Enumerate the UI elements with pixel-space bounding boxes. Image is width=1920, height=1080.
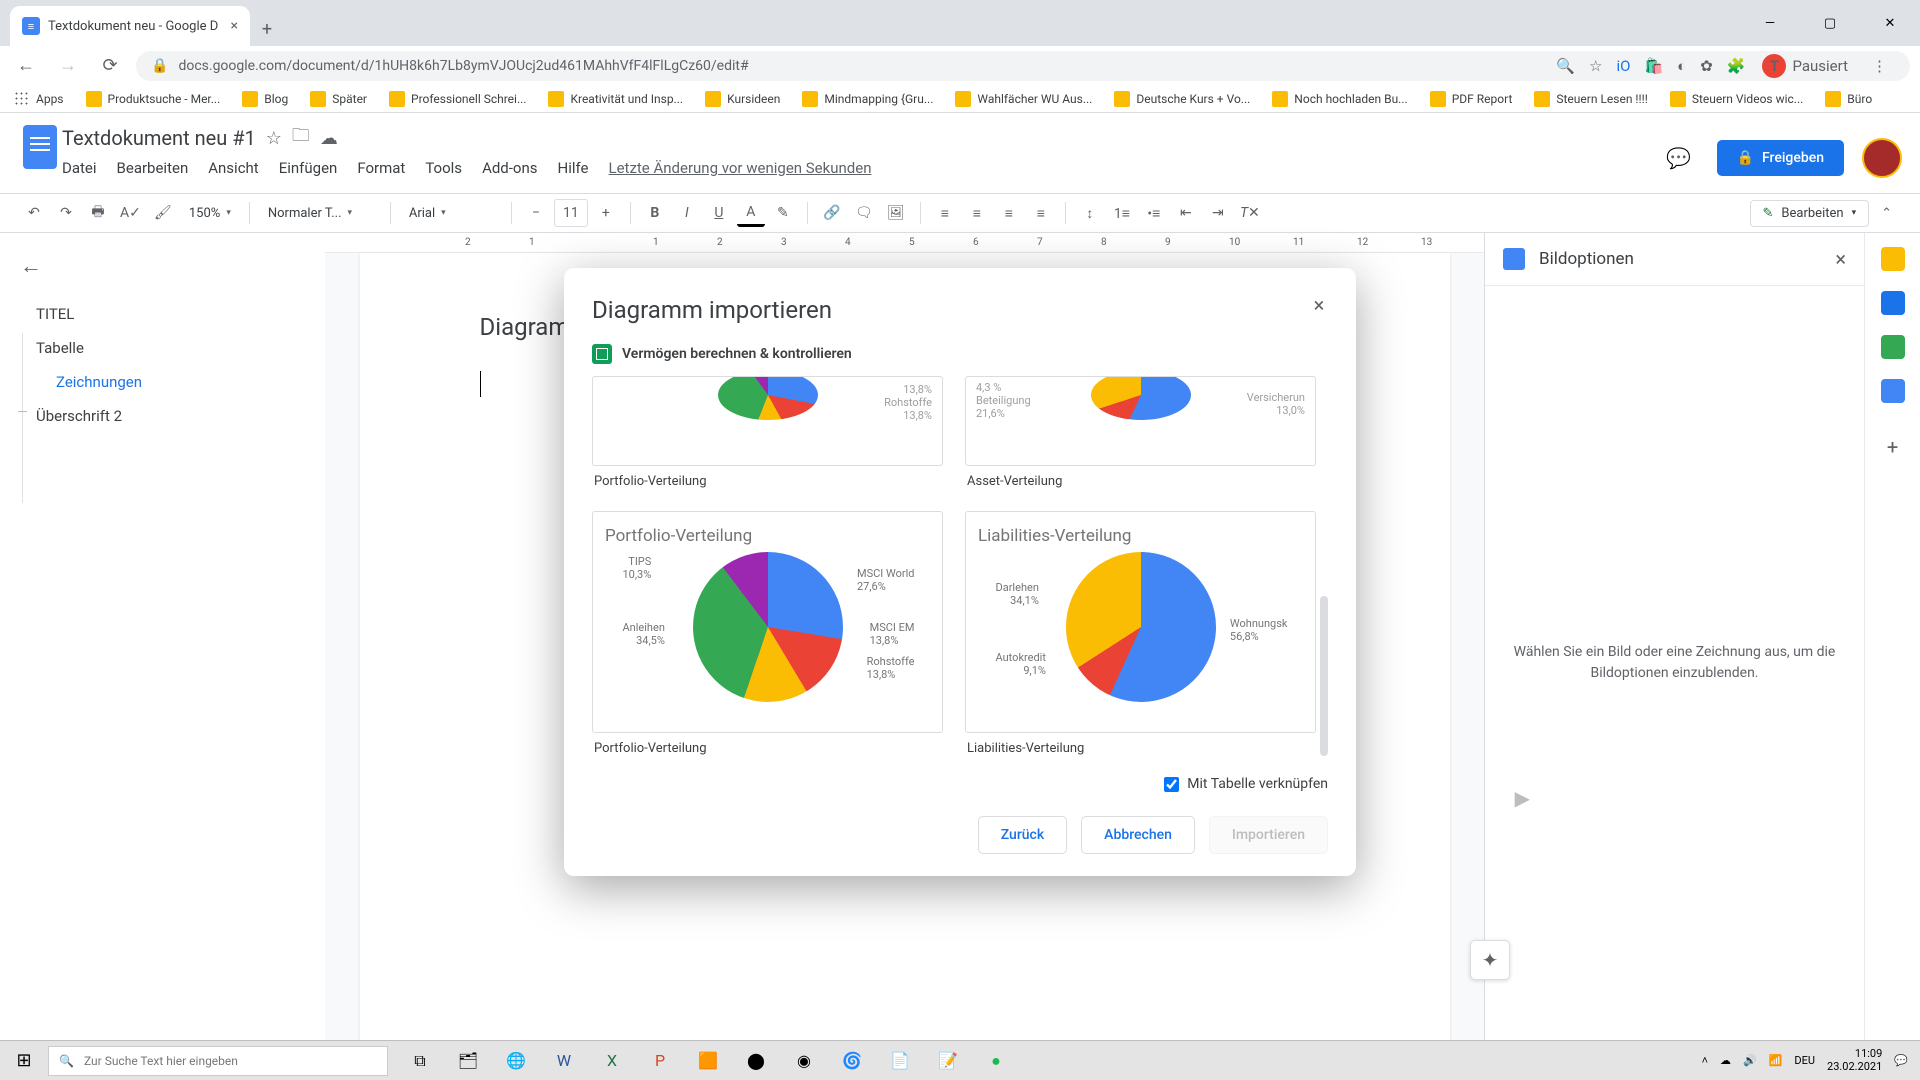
modal-overlay: Diagramm importieren × Vermögen berechne… [0, 0, 1920, 1080]
app-icon[interactable]: 🟧 [684, 1041, 732, 1080]
app-icon[interactable]: 📝 [924, 1041, 972, 1080]
start-button[interactable]: ⊞ [0, 1041, 48, 1080]
excel-icon[interactable]: X [588, 1041, 636, 1080]
chart-caption: Asset-Verteilung [965, 466, 1316, 491]
source-name: Vermögen berechnen & kontrollieren [622, 346, 852, 362]
tray-chevron-icon[interactable]: ˄ [1702, 1054, 1708, 1067]
windows-taskbar: ⊞ 🔍 Zur Suche Text hier eingeben ⧉ 🗂 🌐 W… [0, 1040, 1920, 1080]
powerpoint-icon[interactable]: P [636, 1041, 684, 1080]
link-checkbox-row[interactable]: Mit Tabelle verknüpfen [592, 776, 1328, 792]
cancel-button[interactable]: Abbrechen [1081, 816, 1195, 854]
dialog-scrollbar[interactable] [1320, 596, 1328, 756]
explorer-icon[interactable]: 🗂 [444, 1041, 492, 1080]
link-label: Mit Tabelle verknüpfen [1187, 776, 1328, 792]
search-placeholder: Zur Suche Text hier eingeben [84, 1054, 238, 1068]
chart-caption: Portfolio-Verteilung [592, 466, 943, 491]
search-icon: 🔍 [59, 1054, 74, 1068]
edge-icon[interactable]: 🌐 [492, 1041, 540, 1080]
obs-icon[interactable]: ⬤ [732, 1041, 780, 1080]
onedrive-icon[interactable]: ☁ [1720, 1054, 1731, 1067]
spotify-icon[interactable]: ● [972, 1041, 1020, 1080]
language-indicator[interactable]: DEU [1794, 1054, 1815, 1067]
chart-caption: Liabilities-Verteilung [965, 733, 1316, 758]
import-button: Importieren [1209, 816, 1328, 854]
dialog-close-icon[interactable]: × [1304, 290, 1334, 320]
word-icon[interactable]: W [540, 1041, 588, 1080]
chart-card[interactable]: 13,8% Rohstoffe 13,8% Portfolio-Verteilu… [592, 376, 943, 491]
sheets-icon [592, 344, 612, 364]
system-tray: ˄ ☁ 🔊 📶 DEU 11:0923.02.2021 💬 [1702, 1048, 1920, 1073]
chart-card[interactable]: Portfolio-Verteilung TIPS10,3% Anleihen3… [592, 511, 943, 758]
wifi-icon[interactable]: 📶 [1769, 1054, 1783, 1067]
app-icon[interactable]: 📄 [876, 1041, 924, 1080]
notifications-icon[interactable]: 💬 [1894, 1054, 1908, 1067]
back-button[interactable]: Zurück [978, 816, 1067, 854]
link-checkbox[interactable] [1164, 777, 1179, 792]
chart-card[interactable]: Liabilities-Verteilung Darlehen34,1% Aut… [965, 511, 1316, 758]
edge2-icon[interactable]: 🌀 [828, 1041, 876, 1080]
dialog-title: Diagramm importieren [592, 296, 1328, 324]
taskview-icon[interactable]: ⧉ [396, 1041, 444, 1080]
chart-card[interactable]: 4,3 % Beteiligung 21,6% Versicherun 13,0… [965, 376, 1316, 491]
chrome-icon[interactable]: ◉ [780, 1041, 828, 1080]
chart-grid: 13,8% Rohstoffe 13,8% Portfolio-Verteilu… [592, 376, 1328, 758]
import-chart-dialog: Diagramm importieren × Vermögen berechne… [564, 268, 1356, 876]
clock[interactable]: 11:0923.02.2021 [1827, 1048, 1882, 1073]
chart-caption: Portfolio-Verteilung [592, 733, 943, 758]
taskbar-search[interactable]: 🔍 Zur Suche Text hier eingeben [48, 1046, 388, 1076]
volume-icon[interactable]: 🔊 [1743, 1054, 1757, 1067]
source-spreadsheet-row[interactable]: Vermögen berechnen & kontrollieren [592, 344, 1328, 364]
task-icons: ⧉ 🗂 🌐 W X P 🟧 ⬤ ◉ 🌀 📄 📝 ● [396, 1041, 1020, 1080]
